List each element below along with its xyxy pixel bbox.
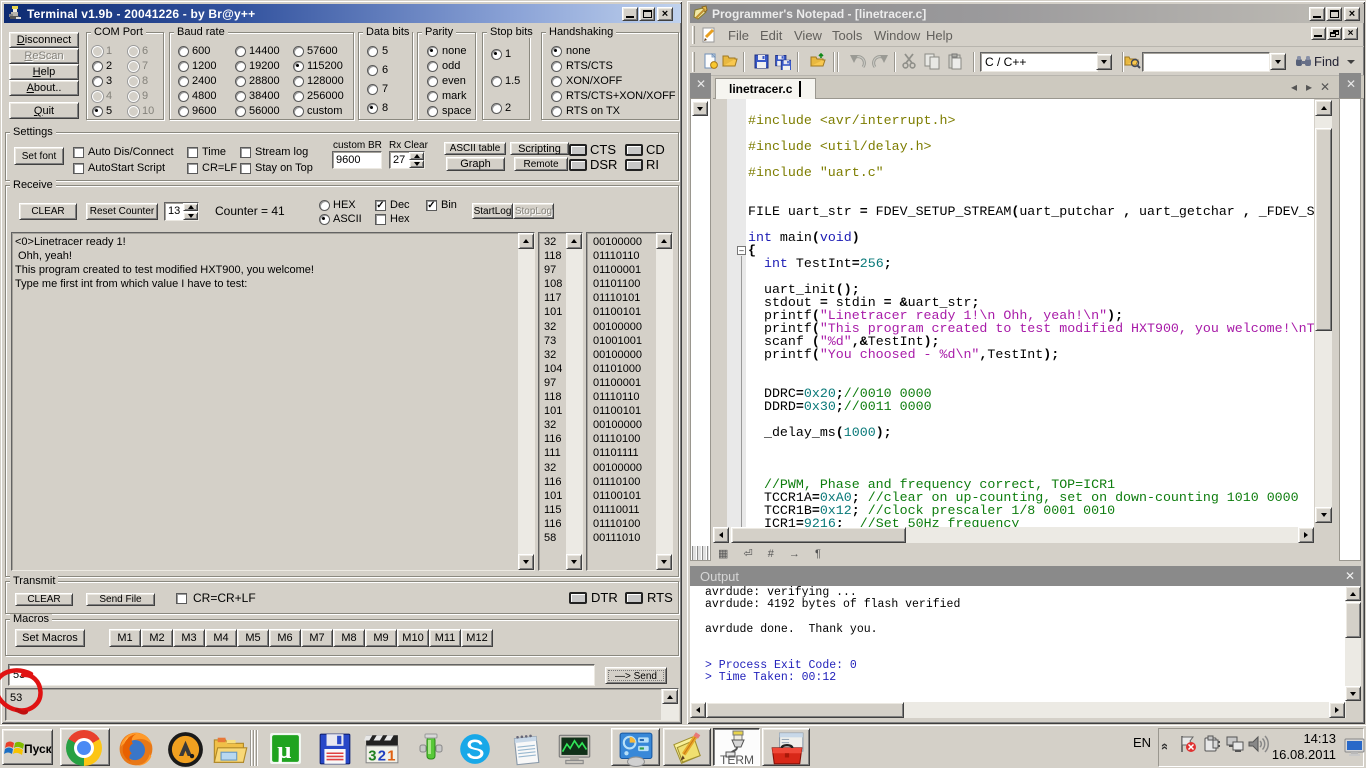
svg-text:1: 1 — [387, 749, 395, 765]
svg-text:μ: μ — [277, 737, 291, 764]
svg-text:3: 3 — [368, 749, 376, 765]
svg-text:2: 2 — [378, 749, 386, 765]
